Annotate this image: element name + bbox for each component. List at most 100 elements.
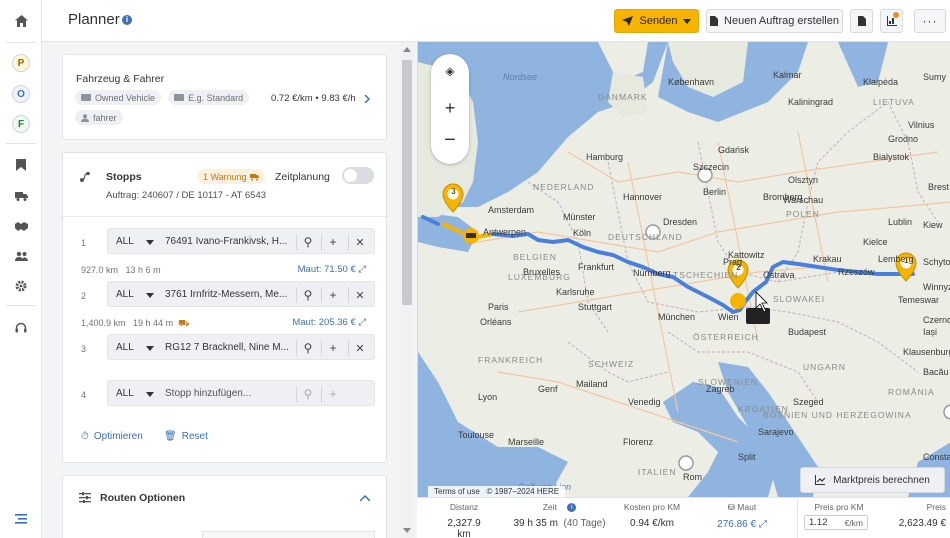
stop-address[interactable]: 76491 Ivano-Frankivsk, H... (165, 236, 293, 247)
stop-type-select[interactable]: ALL (116, 289, 134, 300)
divider (6, 42, 36, 43)
truck-icon[interactable] (0, 183, 42, 209)
route-marker-2[interactable]: 2 (734, 263, 743, 272)
stop-type-select[interactable]: ALL (116, 388, 134, 399)
time-planning-toggle[interactable] (342, 167, 374, 184)
map-label: ROMÂNIA (888, 387, 935, 397)
headset-icon[interactable] (0, 315, 42, 341)
divider (321, 287, 322, 303)
route-option-field[interactable] (202, 531, 375, 538)
chevron-up-icon[interactable] (360, 495, 370, 501)
price-per-km-label: Preis pro KM (814, 502, 864, 512)
map-label: POLEN (786, 209, 820, 219)
warning-badge[interactable]: 1 Warnung (197, 169, 265, 184)
pin-icon[interactable]: ⚲ (300, 340, 316, 356)
pin-icon[interactable]: ⚲ (300, 234, 316, 250)
add-stop-input[interactable]: Stopp hinzufügen... (165, 388, 293, 399)
divider (321, 386, 322, 402)
chart-button[interactable] (880, 9, 903, 33)
map-label: Kaliningrad (788, 97, 834, 107)
remove-icon[interactable]: ✕ (352, 234, 368, 250)
add-icon[interactable]: + (325, 340, 341, 356)
add-icon[interactable]: + (325, 287, 341, 303)
document-button[interactable] (850, 9, 873, 33)
home-icon[interactable] (0, 8, 42, 34)
stop-row[interactable]: ALL RG12 7 Bracknell, Nine M... ⚲ + ✕ (107, 334, 375, 360)
map[interactable]: Nordsee DANMARK København Kalmar LIETUVA Viln… (417, 42, 950, 497)
expand-icon[interactable]: ⤢ (759, 519, 767, 530)
map-label: Split (738, 452, 756, 462)
map-label: LIETUVA (873, 97, 915, 107)
stop-row[interactable]: ALL 76491 Ivano-Frankivsk, H... ⚲ + ✕ (107, 228, 375, 254)
divider (296, 340, 297, 356)
layers-icon[interactable]: ◈ (431, 64, 469, 78)
zoom-out-button[interactable]: − (431, 130, 469, 150)
zoom-in-button[interactable]: + (431, 98, 469, 119)
stop-address[interactable]: RG12 7 Bracknell, Nine M... (165, 342, 293, 353)
map-label: Genf (538, 384, 558, 394)
add-stop-row[interactable]: ALL Stopp hinzufügen... ⚲ + (107, 380, 375, 406)
route-marker-1[interactable]: 1 (902, 256, 911, 265)
route-options-card[interactable]: Routen Optionen (62, 475, 387, 538)
more-icon: ··· (922, 14, 938, 28)
reset-button[interactable]: 🗑 Reset (164, 430, 208, 442)
route-marker-3[interactable]: 3 (449, 187, 458, 196)
driver-chip-label: fahrer (93, 112, 117, 123)
map-label: Bruxelles (523, 267, 561, 277)
map-label: Vilnius (908, 120, 935, 130)
bookmark-icon[interactable] (0, 152, 42, 178)
more-button[interactable]: ··· (914, 9, 946, 33)
info-icon[interactable]: i (567, 503, 577, 513)
leg-info: 927.0 km 13 h 6 m (81, 265, 161, 275)
scrollbar[interactable] (400, 42, 414, 538)
map-label: Ostrava (763, 270, 795, 280)
vehicle-card[interactable]: Fahrzeug & Fahrer Owned Vehicle E.g. Sta… (62, 54, 387, 140)
maut-label: Maut (737, 502, 757, 512)
stop-type-select[interactable]: ALL (116, 236, 134, 247)
send-icon (621, 16, 633, 26)
leg-distance: 1,400.9 km (81, 318, 126, 328)
price-per-km-input[interactable]: 1.12 €/km (804, 515, 868, 530)
maut-value[interactable]: 276.86 € (717, 519, 756, 530)
map-label: Lublin (888, 217, 913, 227)
header: Planner i Senden Neuen Auftrag erstellen… (42, 0, 950, 42)
handshake-icon[interactable] (0, 213, 42, 239)
optimize-button[interactable]: ⏱ Optimieren (81, 430, 143, 442)
send-button[interactable]: Senden (614, 9, 699, 33)
avatar-p[interactable]: P (0, 50, 42, 76)
add-icon[interactable]: + (325, 234, 341, 250)
leg-maut[interactable]: Maut: 71.50 € ⤢ (298, 264, 366, 275)
avatar-o[interactable]: O (0, 81, 42, 107)
cost-value: 0.94 €/km (630, 518, 674, 529)
stop-address[interactable]: 3761 Irnfritz-Messern, Me... (165, 289, 293, 300)
map-label: Wien (718, 312, 739, 322)
list-icon[interactable] (0, 506, 42, 532)
warning-label: 1 Warnung (203, 171, 247, 182)
price-stat: Preis 2,623.49 € (891, 502, 946, 529)
stop-row[interactable]: ALL 3761 Irnfritz-Messern, Me... ⚲ + ✕ (107, 281, 375, 307)
terms-link[interactable]: Terms of use (434, 487, 480, 496)
stop-type-select[interactable]: ALL (116, 342, 134, 353)
leg-maut[interactable]: Maut: 205.36 € ⤢ (292, 317, 366, 328)
gear-icon[interactable] (0, 273, 42, 299)
vehicle-title: Fahrzeug & Fahrer (76, 73, 165, 85)
remove-icon[interactable]: ✕ (352, 287, 368, 303)
users-icon[interactable] (0, 243, 42, 269)
market-price-button[interactable]: Marktpreis berechnen (800, 467, 945, 493)
map-controls: ◈ + − (431, 54, 469, 164)
remove-icon[interactable]: ✕ (352, 340, 368, 356)
map-label: Münster (563, 212, 596, 222)
map-label: Brest (928, 182, 950, 192)
vehicle-chips: Owned Vehicle E.g. Standard (75, 90, 253, 105)
chevron-down-icon (146, 293, 154, 298)
info-icon[interactable]: i (122, 15, 132, 25)
chevron-right-icon[interactable] (364, 95, 370, 103)
avatar-f[interactable]: F (0, 111, 42, 137)
distance-value: 2,327.9 km (447, 518, 481, 538)
pin-icon[interactable]: ⚲ (300, 287, 316, 303)
scrollbar-thumb[interactable] (402, 60, 412, 305)
truck-icon (81, 94, 91, 101)
scroll-up-icon[interactable] (403, 47, 411, 52)
new-order-button[interactable]: Neuen Auftrag erstellen (706, 9, 843, 33)
scroll-down-icon[interactable] (403, 528, 411, 533)
